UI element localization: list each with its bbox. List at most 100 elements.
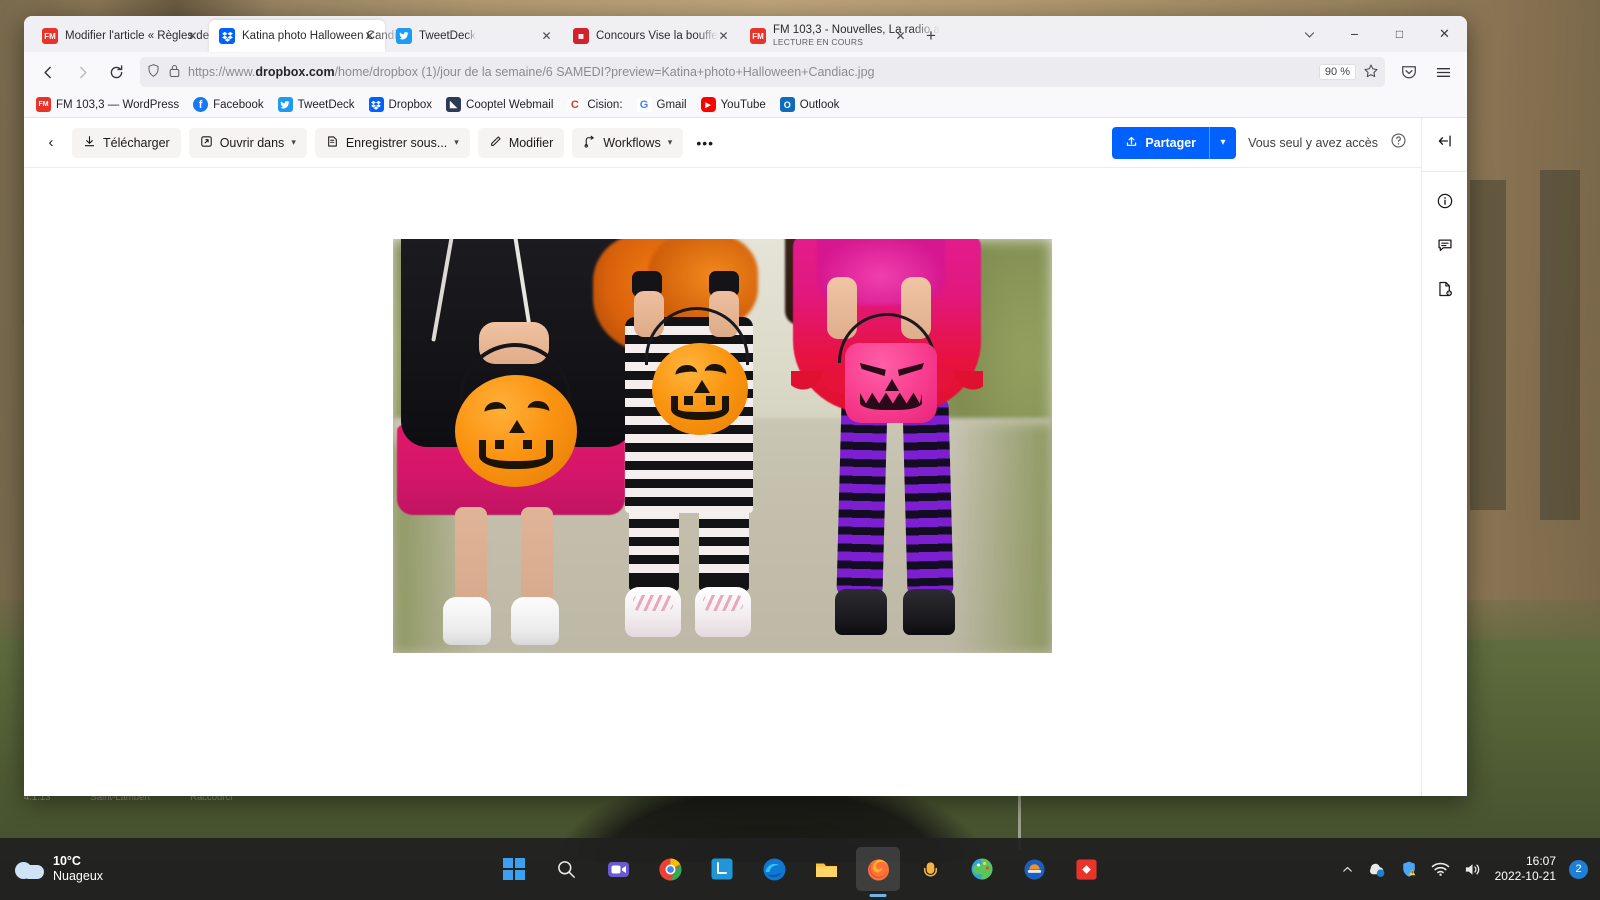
- file-activity-button[interactable]: [1428, 272, 1462, 306]
- zoom-level-badge[interactable]: 90 %: [1319, 64, 1356, 80]
- close-window-button[interactable]: ✕: [1422, 16, 1467, 52]
- pumpkin-eye: [860, 363, 886, 376]
- bookmark-label: YouTube: [721, 99, 766, 111]
- share-button-group: Partager ▾: [1112, 127, 1236, 159]
- twitter-icon: [396, 28, 412, 44]
- bookmark-outlook[interactable]: O Outlook: [774, 95, 846, 114]
- file-explorer-button[interactable]: [804, 847, 848, 891]
- bookmark-cooptel-webmail[interactable]: ◣ Cooptel Webmail: [440, 95, 559, 114]
- collapse-panel-button[interactable]: [1428, 124, 1462, 158]
- pumpkin-tooth: [495, 440, 504, 449]
- minimize-button[interactable]: −: [1332, 16, 1377, 52]
- save-as-button[interactable]: Enregistrer sous... ▾: [315, 128, 470, 158]
- chevron-down-icon: ▾: [668, 137, 673, 148]
- cooptel-icon: ◣: [446, 97, 461, 112]
- firefox-button[interactable]: [856, 847, 900, 891]
- blue-app-button[interactable]: [1012, 847, 1056, 891]
- bookmark-label: Dropbox: [389, 99, 432, 111]
- maximize-button[interactable]: □: [1377, 16, 1422, 52]
- weather-condition: Nuageux: [53, 869, 103, 884]
- browser-tab-fm1033[interactable]: FM FM 103,3 - Nouvelles, La radio a LECT…: [740, 20, 916, 52]
- back-to-folder-button[interactable]: ‹: [38, 130, 64, 156]
- volume-icon[interactable]: [1463, 861, 1482, 878]
- bookmark-youtube[interactable]: ▶ YouTube: [695, 95, 772, 114]
- photo-child3-shoe: [903, 589, 955, 635]
- pumpkin-eye: [704, 363, 727, 375]
- url-text[interactable]: https://www.dropbox.com/home/dropbox (1)…: [188, 65, 1312, 79]
- info-button[interactable]: [1428, 184, 1462, 218]
- tab-playing-status: LECTURE EN COURS: [773, 37, 863, 47]
- bookmark-dropbox[interactable]: Dropbox: [363, 95, 438, 114]
- start-button[interactable]: [492, 847, 536, 891]
- building-window: [1540, 170, 1580, 520]
- url-prefix: https://www.: [188, 65, 255, 79]
- outlook-icon: O: [780, 97, 795, 112]
- photo-child2-laces: [633, 595, 673, 611]
- chrome-button[interactable]: [648, 847, 692, 891]
- teams-button[interactable]: [596, 847, 640, 891]
- weather-temperature: 10°C: [53, 854, 81, 868]
- lock-icon[interactable]: [168, 64, 181, 81]
- wifi-icon[interactable]: [1431, 861, 1450, 877]
- paint-button[interactable]: [960, 847, 1004, 891]
- star-icon[interactable]: [1363, 63, 1379, 82]
- tab-strip: FM Modifier l'article « Règles de séc ✕ …: [24, 16, 1467, 52]
- share-label: Partager: [1145, 136, 1196, 150]
- rail-divider: [1422, 171, 1467, 172]
- clock-date: 2022-10-21: [1495, 869, 1556, 884]
- back-arrow-icon[interactable]: [32, 56, 64, 88]
- notification-badge[interactable]: 2: [1569, 860, 1588, 879]
- security-warning-icon[interactable]: [1400, 860, 1418, 878]
- photo-child2-laces: [703, 595, 743, 611]
- download-icon: [83, 135, 96, 151]
- list-all-tabs-button[interactable]: [1287, 16, 1332, 52]
- hamburger-menu-icon[interactable]: [1427, 56, 1459, 88]
- share-button[interactable]: Partager: [1112, 127, 1209, 159]
- more-actions-button[interactable]: •••: [691, 129, 719, 157]
- bookmark-label: Cision:: [587, 99, 622, 111]
- jack-o-lantern-face: [455, 375, 577, 487]
- browser-tab-concours[interactable]: ▦ Concours Vise la bouffe ✕: [563, 20, 739, 52]
- search-button[interactable]: [544, 847, 588, 891]
- help-circle-icon[interactable]: [1390, 132, 1407, 154]
- bookmark-tweetdeck[interactable]: TweetDeck: [272, 95, 361, 114]
- workflows-button[interactable]: Workflows ▾: [572, 128, 683, 158]
- onedrive-sync-icon[interactable]: [1367, 860, 1387, 878]
- halloween-photo-preview[interactable]: [393, 239, 1052, 653]
- browser-tab-wordpress[interactable]: FM Modifier l'article « Règles de séc ✕: [32, 20, 208, 52]
- close-icon[interactable]: ✕: [538, 28, 555, 45]
- red-app-button[interactable]: [1064, 847, 1108, 891]
- browser-tab-dropbox[interactable]: Katina photo Halloween Candia ✕: [209, 20, 385, 52]
- pumpkin-eye: [484, 401, 507, 412]
- weather-widget[interactable]: 10°C Nuageux: [14, 854, 103, 884]
- bookmarks-toolbar: FM FM 103,3 — WordPress f Facebook Tweet…: [24, 92, 1467, 118]
- app-l-button[interactable]: [700, 847, 744, 891]
- photo-child1-shoe: [443, 597, 491, 645]
- audacity-button[interactable]: [908, 847, 952, 891]
- edit-button[interactable]: Modifier: [478, 128, 564, 158]
- pumpkin-nose: [694, 380, 710, 393]
- share-dropdown-button[interactable]: ▾: [1209, 127, 1236, 159]
- bookmark-fm1033-wordpress[interactable]: FM FM 103,3 — WordPress: [30, 95, 185, 114]
- comments-button[interactable]: [1428, 228, 1462, 262]
- address-bar[interactable]: https://www.dropbox.com/home/dropbox (1)…: [140, 57, 1385, 87]
- pocket-icon[interactable]: [1393, 56, 1425, 88]
- bookmark-gmail[interactable]: G Gmail: [631, 95, 693, 114]
- dropbox-icon: [369, 97, 384, 112]
- chevron-up-icon[interactable]: [1341, 863, 1354, 876]
- twitter-icon: [278, 97, 293, 112]
- photo-pumpkin-bucket-orange-1: [455, 375, 577, 487]
- clock[interactable]: 16:07 2022-10-21: [1495, 854, 1556, 884]
- bookmark-cision[interactable]: C Cision:: [561, 95, 628, 114]
- edge-button[interactable]: [752, 847, 796, 891]
- file-preview-area: [24, 168, 1421, 796]
- browser-tab-tweetdeck[interactable]: TweetDeck ✕: [386, 20, 562, 52]
- open-in-button[interactable]: Ouvrir dans ▾: [189, 128, 307, 158]
- button-label: Workflows: [603, 136, 660, 150]
- forward-arrow-icon[interactable]: [66, 56, 98, 88]
- reload-icon[interactable]: [100, 56, 132, 88]
- shield-icon[interactable]: [146, 63, 161, 81]
- bookmark-facebook[interactable]: f Facebook: [187, 95, 270, 114]
- workflows-icon: [583, 135, 596, 151]
- download-button[interactable]: Télécharger: [72, 128, 181, 158]
